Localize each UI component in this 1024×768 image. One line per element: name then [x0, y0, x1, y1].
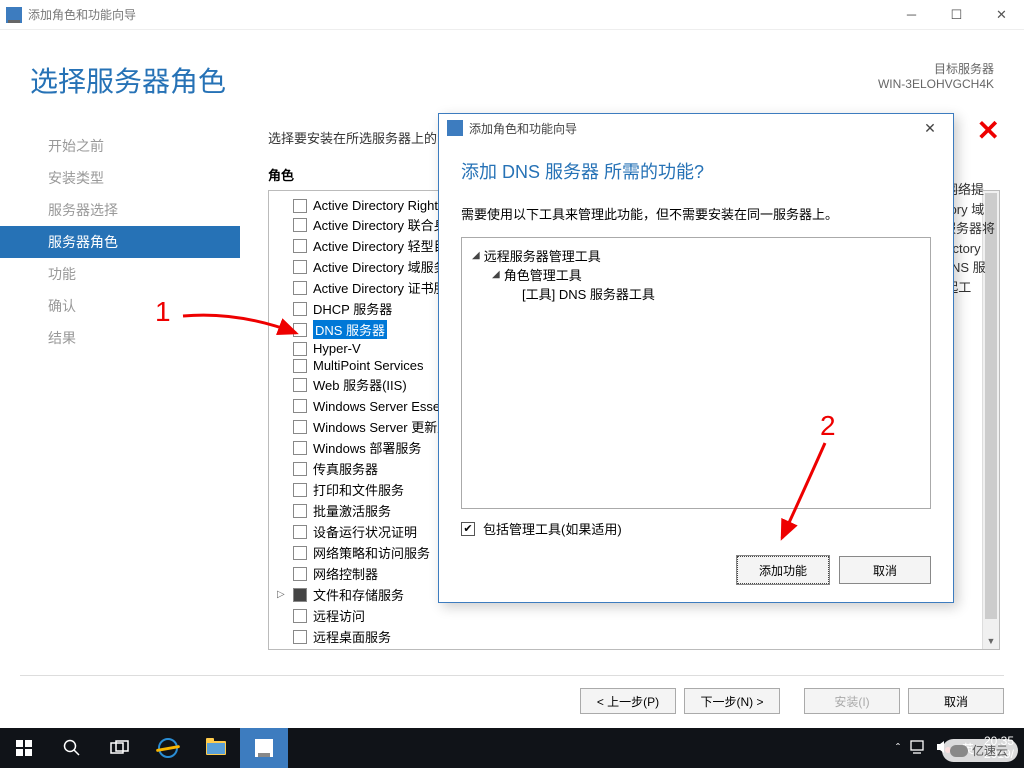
taskbar-server-manager[interactable] [240, 728, 288, 768]
add-features-button[interactable]: 添加功能 [737, 556, 829, 584]
nav-before-you-begin[interactable]: 开始之前 [0, 130, 240, 162]
wizard-header: 选择服务器角色 目标服务器 WIN-3ELOHVGCH4K [0, 30, 1024, 110]
dialog-title: 添加角色和功能向导 [469, 120, 577, 137]
tray-chevron-icon[interactable]: ˆ [896, 741, 900, 755]
checkbox-icon[interactable] [293, 525, 307, 539]
target-value: WIN-3ELOHVGCH4K [878, 77, 994, 91]
start-button[interactable] [0, 728, 48, 768]
search-button[interactable] [48, 728, 96, 768]
nav-installation-type[interactable]: 安装类型 [0, 162, 240, 194]
checkbox-icon[interactable] [293, 239, 307, 253]
checkbox-icon[interactable] [293, 441, 307, 455]
features-tree: ◢远程服务器管理工具 ◢角色管理工具 [工具] DNS 服务器工具 [461, 237, 931, 509]
annotation-marker-1: 1 [155, 296, 171, 328]
checkbox-checked-icon[interactable]: ✔ [461, 522, 475, 536]
add-features-dialog: 添加角色和功能向导 ✕ 添加 DNS 服务器 所需的功能? 需要使用以下工具来管… [438, 113, 954, 603]
checkbox-icon[interactable] [293, 609, 307, 623]
maximize-button[interactable]: ☐ [934, 0, 979, 30]
target-label: 目标服务器 [878, 60, 994, 77]
checkbox-icon[interactable] [293, 483, 307, 497]
tree-expand-icon[interactable]: ◢ [492, 269, 500, 280]
nav-features[interactable]: 功能 [0, 258, 240, 290]
checkbox-icon[interactable] [293, 462, 307, 476]
include-tools-option[interactable]: ✔ 包括管理工具(如果适用) [461, 519, 931, 538]
close-button[interactable]: ✕ [979, 0, 1024, 30]
next-button[interactable]: 下一步(N) > [684, 688, 780, 714]
annotation-arrow-1 [178, 306, 308, 351]
window-title-bar: 添加角色和功能向导 ─ ☐ ✕ [0, 0, 1024, 30]
minimize-button[interactable]: ─ [889, 0, 934, 30]
folder-icon [206, 741, 226, 755]
checkbox-icon[interactable] [293, 567, 307, 581]
server-manager-icon [6, 7, 22, 23]
taskbar: ˆ 英 20:35 2019/ [0, 728, 1024, 768]
page-title: 选择服务器角色 [30, 60, 878, 100]
ie-icon [158, 738, 178, 758]
tree-item[interactable]: [工具] DNS 服务器工具 [522, 284, 920, 303]
checkbox-icon[interactable] [293, 260, 307, 274]
cancel-button[interactable]: 取消 [908, 688, 1004, 714]
dialog-close-button[interactable]: ✕ [915, 120, 945, 137]
watermark: 亿速云 [942, 739, 1018, 762]
annotation-arrow-2 [770, 438, 840, 553]
taskbar-explorer[interactable] [192, 728, 240, 768]
dialog-cancel-button[interactable]: 取消 [839, 556, 931, 584]
tree-item[interactable]: ◢远程服务器管理工具 [472, 246, 920, 265]
nav-server-selection[interactable]: 服务器选择 [0, 194, 240, 226]
window-title: 添加角色和功能向导 [28, 6, 136, 23]
cloud-icon [950, 745, 968, 757]
wizard-nav: 开始之前 安装类型 服务器选择 服务器角色 功能 确认 结果 [0, 110, 240, 670]
checkbox-icon[interactable] [293, 281, 307, 295]
footer-divider [20, 675, 1004, 676]
checkbox-partial-icon[interactable] [293, 588, 307, 602]
previous-button[interactable]: < 上一步(P) [580, 688, 676, 714]
checkbox-icon[interactable] [293, 378, 307, 392]
checkbox-icon[interactable] [293, 218, 307, 232]
checkbox-icon[interactable] [293, 546, 307, 560]
checkbox-icon[interactable] [293, 399, 307, 413]
checkbox-icon[interactable] [293, 420, 307, 434]
role-item[interactable]: 远程访问 [273, 605, 995, 626]
server-manager-icon [447, 120, 463, 136]
dialog-heading: 添加 DNS 服务器 所需的功能? [461, 158, 931, 184]
tree-item[interactable]: ◢角色管理工具 [492, 265, 920, 284]
expand-icon[interactable]: ▷ [277, 589, 285, 600]
wizard-footer: < 上一步(P) 下一步(N) > 安装(I) 取消 [580, 688, 1004, 714]
include-tools-label: 包括管理工具(如果适用) [483, 519, 622, 538]
dialog-title-bar: 添加角色和功能向导 ✕ [439, 114, 953, 142]
target-server-info: 目标服务器 WIN-3ELOHVGCH4K [878, 60, 994, 91]
task-view-button[interactable] [96, 728, 144, 768]
role-item[interactable]: 远程桌面服务 [273, 626, 995, 647]
server-manager-icon [255, 739, 273, 757]
checkbox-icon[interactable] [293, 199, 307, 213]
checkbox-icon[interactable] [293, 504, 307, 518]
install-button: 安装(I) [804, 688, 900, 714]
tree-expand-icon[interactable]: ◢ [472, 250, 480, 261]
annotation-x: ✕ [977, 114, 1000, 147]
taskbar-ie[interactable] [144, 728, 192, 768]
watermark-text: 亿速云 [972, 742, 1008, 759]
checkbox-icon[interactable] [293, 359, 307, 373]
tray-network-icon[interactable] [910, 740, 926, 757]
dialog-info: 需要使用以下工具来管理此功能，但不需要安装在同一服务器上。 [461, 204, 931, 223]
checkbox-icon[interactable] [293, 630, 307, 644]
scroll-down-icon[interactable]: ▼ [983, 632, 999, 649]
nav-server-roles[interactable]: 服务器角色 [0, 226, 240, 258]
